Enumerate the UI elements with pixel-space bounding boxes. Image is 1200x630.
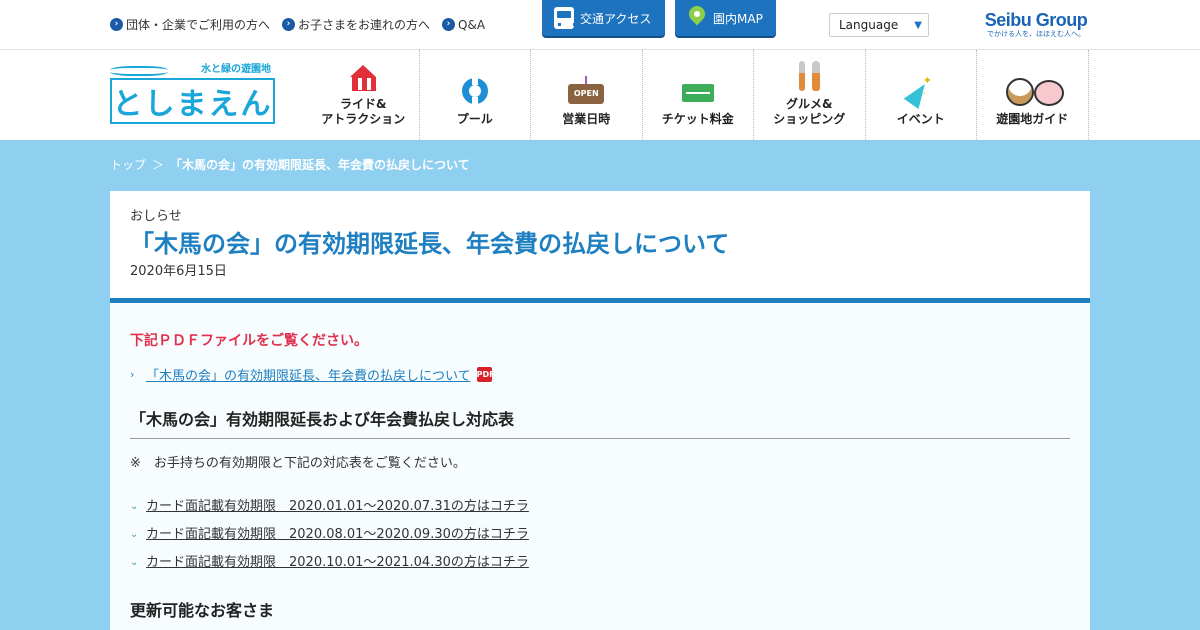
link-label: 団体・企業でご利用の方へ — [126, 18, 271, 32]
cutlery-icon — [791, 61, 827, 91]
article-header: おしらせ 「木馬の会」の有効期限延長、年会費の払戻しについて 2020年6月15… — [110, 191, 1090, 303]
animals-icon — [1006, 76, 1065, 106]
article-date: 2020年6月15日 — [130, 264, 227, 279]
breadcrumb-current: 「木馬の会」の有効期限延長、年会費の払戻しについて — [170, 158, 470, 172]
map-label: 園内MAP — [713, 11, 763, 26]
period-link-2[interactable]: カード面記載有効期限 2020.08.01～2020.09.30の方はコチラ — [146, 521, 529, 549]
nav-gourmet-shopping[interactable]: グルメ& ショッピング — [754, 50, 866, 140]
train-icon — [554, 7, 576, 29]
page-title: 「木馬の会」の有効期限延長、年会費の払戻しについて — [130, 230, 730, 258]
list-item: ⌄ カード面記載有効期限 2020.08.01～2020.09.30の方はコチラ — [130, 521, 1070, 549]
nav-label: 遊園地ガイド — [996, 112, 1069, 126]
section-title: 「木馬の会」有効期限延長および年会費払戻し対応表 — [130, 410, 1070, 439]
article-category: おしらせ — [130, 209, 182, 224]
nav-label: 営業日時 — [562, 112, 611, 126]
pdf-link[interactable]: 「木馬の会」の有効期限延長、年会費の払戻しについて — [146, 365, 471, 384]
swim-ring-icon — [457, 76, 493, 106]
period-link-3[interactable]: カード面記載有効期限 2020.10.01～2021.04.30の方はコチラ — [146, 549, 529, 577]
period-link-1[interactable]: カード面記載有効期限 2020.01.01～2020.07.31の方はコチラ — [146, 493, 529, 521]
period-link-list: ⌄ カード面記載有効期限 2020.01.01～2020.07.31の方はコチラ… — [130, 493, 1070, 577]
chevron-down-icon: ⌄ — [130, 501, 139, 512]
group-name: Seibu Group — [984, 10, 1088, 30]
article-card: おしらせ 「木馬の会」の有効期限延長、年会費の払戻しについて 2020年6月15… — [110, 191, 1090, 630]
access-label: 交通アクセス — [580, 11, 652, 26]
list-item: ⌄ カード面記載有効期限 2020.01.01～2020.07.31の方はコチラ — [130, 493, 1070, 521]
wave-icon — [110, 66, 168, 76]
utility-links: › 団体・企業でご利用の方へ › お子さまをお連れの方へ › Q&A — [110, 16, 485, 33]
seibu-group-logo[interactable]: Seibu Group でかける人を、ほほえむ人へ。 — [980, 10, 1092, 39]
list-item: ⌄ カード面記載有効期限 2020.10.01～2021.04.30の方はコチラ — [130, 549, 1070, 577]
arrow-circle-icon: › — [110, 18, 123, 31]
pdf-icon: PDF — [476, 367, 495, 382]
tent-icon — [345, 61, 381, 91]
nav-label: プール — [456, 112, 493, 126]
nav-label: グルメ& ショッピング — [773, 97, 846, 126]
nav-label: ライド& アトラクション — [321, 97, 406, 126]
caret-down-icon: ▼ — [914, 19, 922, 31]
pdf-link-row: › 「木馬の会」の有効期限延長、年会費の払戻しについて PDF — [130, 365, 1070, 384]
nav-park-guide[interactable]: 遊園地ガイド — [977, 50, 1089, 140]
link-groups-companies[interactable]: › 団体・企業でご利用の方へ — [110, 16, 270, 33]
link-label: Q&A — [458, 17, 486, 32]
open-sign-icon — [568, 76, 605, 106]
nav-events[interactable]: イベント — [866, 50, 977, 140]
site-header: 水と緑の遊園地 としまえん ライド& アトラクション プール 営業日時 チケット… — [0, 50, 1200, 140]
party-popper-icon — [903, 74, 939, 106]
nav-label: イベント — [896, 112, 945, 126]
link-faq[interactable]: › Q&A — [442, 16, 485, 33]
arrow-circle-icon: › — [282, 18, 296, 31]
nav-pool[interactable]: プール — [420, 50, 531, 140]
top-utility-bar: › 団体・企業でご利用の方へ › お子さまをお連れの方へ › Q&A 交通アクセ… — [0, 0, 1200, 50]
breadcrumb-separator: ＞ — [152, 158, 165, 172]
link-label: お子さまをお連れの方へ — [298, 18, 431, 32]
notice-text: 下記ＰＤＦファイルをご覧ください。 — [130, 333, 368, 349]
nav-label: チケット料金 — [661, 112, 734, 126]
logo-main: としまえん — [110, 78, 275, 124]
language-label: Language — [839, 18, 899, 32]
link-with-children[interactable]: › お子さまをお連れの方へ — [282, 16, 430, 33]
park-map-button[interactable]: 園内MAP — [675, 0, 776, 36]
nav-rides-attractions[interactable]: ライド& アトラクション — [308, 50, 420, 140]
access-button[interactable]: 交通アクセス — [542, 0, 665, 36]
subsection-title: 更新可能なお客さま — [130, 601, 275, 620]
nav-business-hours[interactable]: 営業日時 — [531, 50, 643, 140]
chevron-down-icon: ⌄ — [130, 557, 139, 568]
group-tagline: でかける人を、ほほえむ人へ。 — [987, 30, 1085, 38]
ticket-icon — [680, 76, 716, 106]
chevron-down-icon: ⌄ — [130, 529, 139, 540]
breadcrumb-home[interactable]: トップ — [110, 156, 146, 173]
global-nav: ライド& アトラクション プール 営業日時 チケット料金 グルメ& ショッピング… — [308, 50, 1089, 140]
arrow-circle-icon: › — [442, 18, 456, 31]
breadcrumb: トップ ＞ 「木馬の会」の有効期限延長、年会費の払戻しについて — [110, 156, 470, 173]
map-pin-icon — [687, 6, 707, 30]
nav-ticket-prices[interactable]: チケット料金 — [643, 50, 754, 140]
article-body: 下記ＰＤＦファイルをご覧ください。 › 「木馬の会」の有効期限延長、年会費の払戻… — [110, 303, 1090, 621]
language-select[interactable]: Language ▼ — [829, 13, 929, 37]
chevron-right-icon: › — [130, 368, 135, 381]
toshimaen-logo[interactable]: 水と緑の遊園地 としまえん — [110, 64, 275, 126]
section-note: ※ お手持ちの有効期限と下記の対応表をご覧ください。 — [130, 456, 466, 471]
